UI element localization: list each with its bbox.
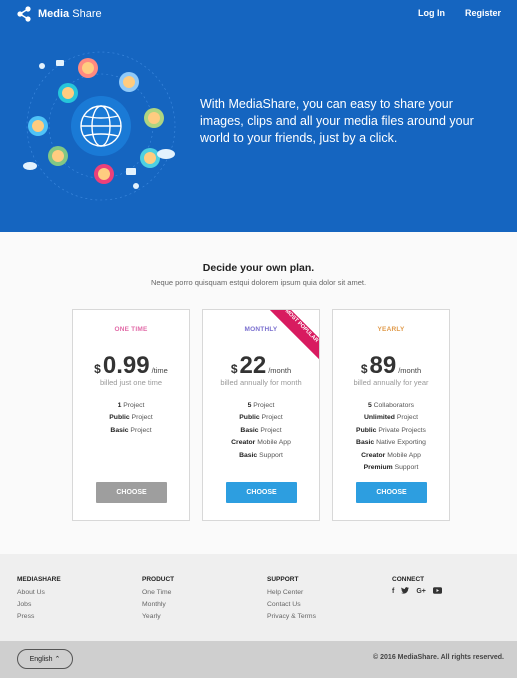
pricing-subtitle: Neque porro quisquam estqui dolorem ipsu… [150,278,367,287]
footer-link-yearly[interactable]: Yearly [142,611,174,623]
plan-name: YEARLY [377,326,405,333]
feature-item: Basic Project [240,426,282,434]
price-amount: 0.99 [102,352,150,379]
choose-one-time-button[interactable]: CHOOSE [96,482,167,503]
footer-link-about-us[interactable]: About Us [17,587,61,599]
brand-name-rest: Share [72,8,102,20]
feature-item: 1 Project [117,402,145,409]
plan-card-yearly: YEARLY $ 89 /month billed annually for y… [332,309,450,521]
footer-link-jobs[interactable]: Jobs [17,599,61,611]
billing-note: billed just one time [99,378,163,387]
facebook-icon[interactable]: f [392,588,394,595]
price-period: /time [151,366,168,375]
feature-list: 5 Project Public Project Basic Project C… [203,400,319,462]
feature-item: Basic Support [239,451,283,459]
feature-item: Creator Mobile App [361,451,421,459]
plan-card-one-time: ONE TIME $ 0.99 /time billed just one ti… [72,309,190,521]
plan-name: MONTHLY [244,326,278,333]
price-amount: 89 [369,352,397,379]
footer-column-title: PRODUCT [142,576,175,583]
billing-note: billed annually for month [220,378,302,387]
pricing-section: Decide your own plan. Neque porro quisqu… [0,232,517,554]
feature-item: Unlimited Project [363,414,418,422]
price-period: /month [268,366,292,375]
footer-link-one-time[interactable]: One Time [142,587,174,599]
feature-item: Public Project [109,414,153,422]
currency-symbol: $ [94,362,101,376]
feature-item: Basic Native Exporting [356,439,426,447]
hero-section: Media Share Log In Register With MediaSh… [0,0,517,232]
youtube-icon[interactable] [432,587,442,596]
share-icon [17,6,31,22]
currency-symbol: $ [360,362,368,376]
footer-link-monthly[interactable]: Monthly [142,599,174,611]
google-plus-icon[interactable]: G+ [416,588,426,595]
price-period: /month [398,366,422,375]
pricing-title: Decide your own plan. [202,262,315,274]
top-navigation-bar: Media Share Log In Register [0,0,517,30]
plan-price: $ 89 /month [333,352,449,380]
feature-item: Premium Support [363,464,419,472]
feature-item: 5 Project [247,402,275,409]
footer-column-connect: CONNECT f G+ [392,576,442,596]
login-link[interactable]: Log In [418,8,445,18]
copyright-text: © 2016 MediaShare. All rights reserved. [373,654,504,661]
footer-column-product: PRODUCT One Time Monthly Yearly [142,576,174,623]
feature-list: 5 Collaborators Unlimited Project Public… [333,400,449,474]
footer: MEDIASHARE About Us Jobs Press PRODUCT O… [0,554,517,641]
footer-link-contact-us[interactable]: Contact Us [267,599,316,611]
brand-logo[interactable]: Media Share [16,6,102,22]
footer-link-privacy-terms[interactable]: Privacy & Terms [267,611,316,623]
feature-item: 5 Collaborators [367,402,415,409]
register-link[interactable]: Register [465,8,501,18]
footer-column-mediashare: MEDIASHARE About Us Jobs Press [17,576,61,623]
feature-item: Basic Project [110,426,152,434]
auth-nav: Log In Register [418,8,501,18]
billing-note: billed annually for year [353,378,429,387]
footer-column-title: MEDIASHARE [17,576,61,583]
plan-price: $ 0.99 /time [73,352,189,380]
globe-network-illustration [23,51,176,201]
footer-link-help-center[interactable]: Help Center [267,587,316,599]
feature-item: Public Project [239,414,283,422]
language-selector[interactable]: English ⌃ [17,649,73,669]
choose-yearly-button[interactable]: CHOOSE [356,482,427,503]
footer-link-press[interactable]: Press [17,611,61,623]
bottom-bar: English ⌃ © 2016 MediaShare. All rights … [0,641,517,678]
social-links: f G+ [392,587,442,596]
plan-name: ONE TIME [114,326,148,333]
choose-monthly-button[interactable]: CHOOSE [226,482,297,503]
hero-tagline: With MediaShare, you can easy to share y… [200,97,474,145]
brand-name-bold: Media [38,8,70,20]
footer-column-title: CONNECT [392,576,425,583]
plan-card-monthly: MOST POPULAR MONTHLY $ 22 /month billed … [202,309,320,521]
feature-item: Public Private Projects [356,426,426,434]
feature-item: Creator Mobile App [231,439,291,447]
currency-symbol: $ [230,362,238,376]
price-amount: 22 [239,352,267,379]
feature-list: 1 Project Public Project Basic Project [73,400,189,437]
footer-column-title: SUPPORT [267,576,299,583]
footer-column-support: SUPPORT Help Center Contact Us Privacy &… [267,576,316,623]
twitter-icon[interactable] [401,587,410,596]
plan-price: $ 22 /month [203,352,319,380]
